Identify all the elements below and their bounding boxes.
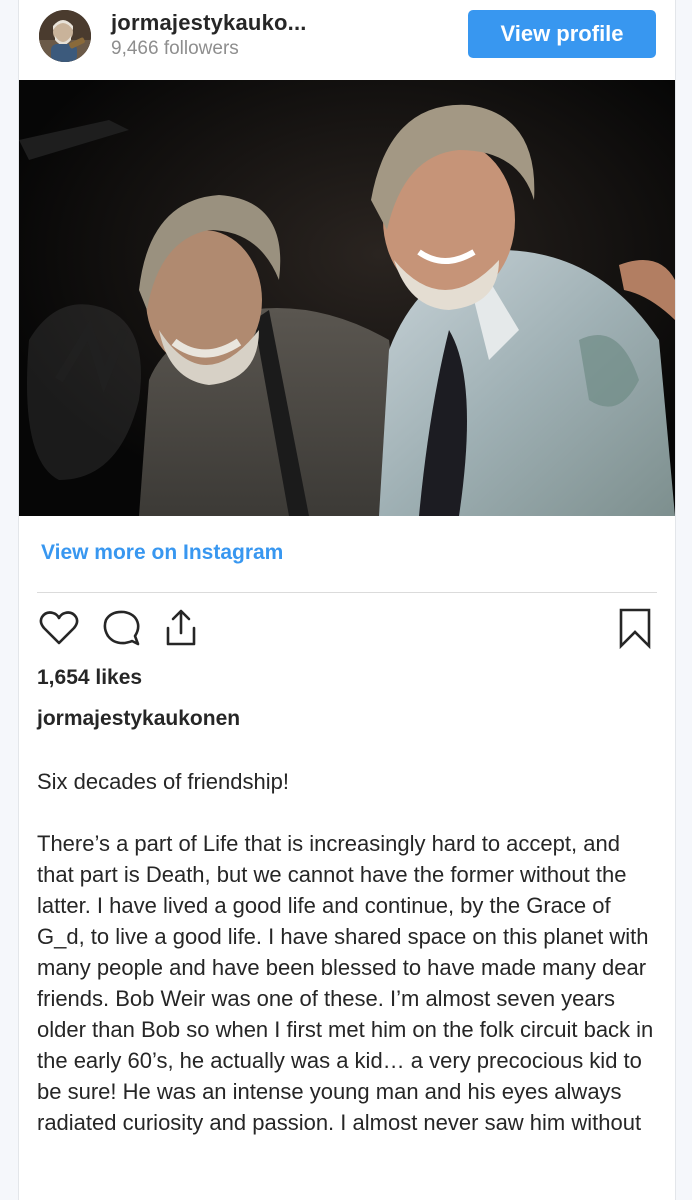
avatar-photo — [39, 10, 91, 62]
caption-intro: Six decades of friendship! — [37, 769, 289, 794]
post-caption: Six decades of friendship! There’s a par… — [37, 766, 657, 1169]
instagram-embed-card: jormajestykauko... 9,466 followers View … — [18, 0, 676, 1200]
profile-avatar[interactable] — [39, 10, 91, 62]
like-count[interactable]: 1,654 likes — [37, 666, 142, 690]
caption-author[interactable]: jormajestykaukonen — [37, 707, 240, 731]
share-upload-icon[interactable] — [159, 606, 203, 650]
comment-bubble-icon[interactable] — [99, 606, 143, 650]
post-photo-illustration — [19, 80, 675, 516]
follower-count: 9,466 followers — [111, 38, 239, 59]
caption-body: There’s a part of Life that is increasin… — [37, 831, 654, 1135]
post-photo[interactable] — [19, 80, 675, 516]
view-more-instagram-link[interactable]: View more on Instagram — [41, 541, 283, 565]
view-profile-button[interactable]: View profile — [468, 10, 656, 58]
post-header: jormajestykauko... 9,466 followers View … — [19, 0, 675, 80]
heart-outline-icon[interactable] — [37, 606, 81, 650]
divider — [37, 592, 657, 593]
profile-username[interactable]: jormajestykauko... — [111, 10, 307, 36]
bookmark-outline-icon[interactable] — [613, 606, 657, 650]
